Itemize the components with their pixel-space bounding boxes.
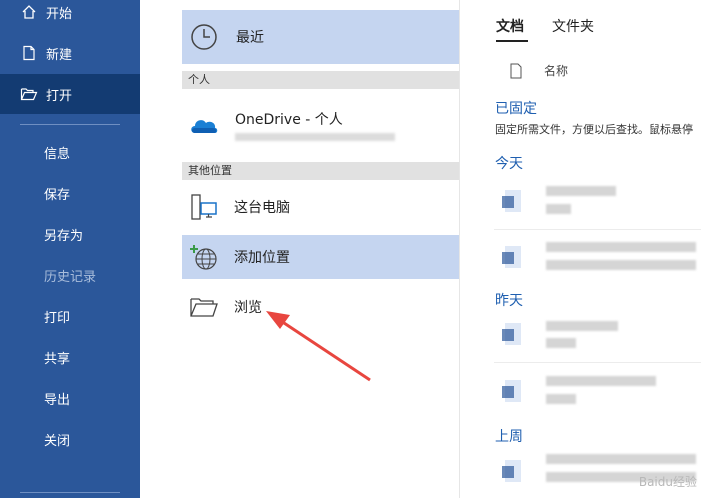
nav-print-label: 打印 [44,310,71,326]
nav-new[interactable]: 新建 [0,33,140,73]
nav-new-label: 新建 [46,47,73,63]
word-document-icon [502,189,524,213]
group-pinned: 已固定 [495,101,537,117]
home-icon [20,3,38,21]
section-personal: 个人 [182,71,459,89]
file-row[interactable] [494,228,701,286]
location-this-pc[interactable]: 这台电脑 [182,183,459,231]
baidu-watermark: Baidu经验 [638,475,697,489]
open-folder-icon [20,85,38,103]
nav-export-label: 导出 [44,392,71,408]
nav-save-as[interactable]: 另存为 [0,214,140,254]
nav-save[interactable]: 保存 [0,173,140,213]
nav-home[interactable]: 开始 [0,0,140,32]
nav-save-label: 保存 [44,187,71,203]
word-document-icon [502,245,524,269]
section-other-locations: 其他位置 [182,162,459,180]
file-row[interactable] [494,305,701,363]
nav-export[interactable]: 导出 [0,378,140,418]
nav-save-as-label: 另存为 [44,228,84,244]
new-document-icon [20,44,38,62]
nav-share-label: 共享 [44,351,71,367]
location-recent[interactable]: 最近 [182,10,459,64]
location-browse-label: 浏览 [234,300,262,316]
tab-documents-underline [496,40,528,42]
location-add-place[interactable]: 添加位置 [182,235,459,279]
nav-info-label: 信息 [44,146,71,162]
nav-close[interactable]: 关闭 [0,419,140,459]
nav-print[interactable]: 打印 [0,296,140,336]
onedrive-account-redacted [235,133,395,141]
group-today: 今天 [495,156,523,172]
word-document-icon [502,379,524,403]
pinned-description: 固定所需文件，方便以后查找。鼠标悬停 [495,123,693,136]
file-row[interactable] [494,172,701,230]
tab-folders[interactable]: 文件夹 [552,16,594,36]
nav-history-label: 历史记录 [44,269,97,285]
nav-history[interactable]: 历史记录 [0,255,140,295]
onedrive-cloud-icon [182,114,226,136]
nav-home-label: 开始 [46,6,73,22]
word-document-icon [502,459,524,483]
column-name-label: 名称 [544,64,569,78]
file-header-icon [510,63,522,79]
pane-divider [459,0,460,498]
column-header-name[interactable]: 名称 [510,62,568,79]
location-onedrive[interactable]: OneDrive - 个人 [182,96,459,154]
backstage-nav: 开始 新建 打开 信息 保存 另存为 历史记录 打印 共享 导出 关闭 [0,0,140,498]
file-row[interactable] [494,362,701,420]
nav-open[interactable]: 打开 [0,74,140,114]
add-place-globe-icon [182,242,226,272]
location-this-pc-label: 这台电脑 [234,200,290,216]
folder-icon [182,295,226,319]
nav-open-label: 打开 [46,88,73,104]
nav-info[interactable]: 信息 [0,132,140,172]
tab-documents[interactable]: 文档 [496,16,524,36]
location-onedrive-label: OneDrive - 个人 [235,112,343,128]
annotation-arrow [266,311,371,382]
location-add-place-label: 添加位置 [234,250,290,266]
location-recent-label: 最近 [236,30,264,46]
nav-share[interactable]: 共享 [0,337,140,377]
clock-icon [182,22,226,52]
word-document-icon [502,322,524,346]
nav-separator [20,124,120,125]
computer-icon [182,192,226,222]
nav-separator-bottom [20,492,120,493]
nav-close-label: 关闭 [44,433,71,449]
